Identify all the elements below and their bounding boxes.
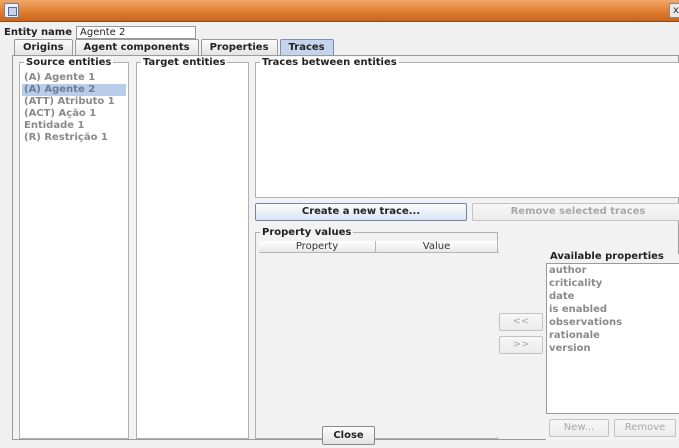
move-right-button[interactable]: >>	[499, 336, 543, 354]
title-bar[interactable]: x	[0, 0, 679, 22]
source-entities-title: Source entities	[24, 57, 114, 68]
source-entities-group: Source entities (A) Agente 1 (A) Agente …	[19, 57, 129, 439]
list-item[interactable]: observations	[547, 316, 679, 329]
list-item[interactable]: (R) Restrição 1	[22, 132, 126, 144]
source-entities-list[interactable]: (A) Agente 1 (A) Agente 2 (ATT) Atributo…	[22, 72, 126, 144]
available-properties-list[interactable]: author criticality date is enabled obser…	[546, 263, 679, 414]
list-item[interactable]: (A) Agente 1	[22, 72, 126, 84]
tab-traces[interactable]: Traces	[279, 39, 334, 55]
tab-agent-components[interactable]: Agent components	[74, 39, 199, 55]
window-close-button[interactable]: x	[669, 3, 679, 18]
list-item[interactable]: (ACT) Ação 1	[22, 108, 126, 120]
remove-property-button[interactable]: Remove	[614, 419, 676, 437]
list-item[interactable]: (ATT) Atributo 1	[22, 96, 126, 108]
new-property-button[interactable]: New...	[549, 419, 609, 437]
property-values-table[interactable]: Property Value	[259, 241, 499, 437]
traces-panel: Source entities (A) Agente 1 (A) Agente …	[12, 55, 679, 440]
column-header-value[interactable]: Value	[376, 241, 498, 252]
create-trace-button[interactable]: Create a new trace...	[255, 203, 467, 221]
tab-properties[interactable]: Properties	[200, 39, 278, 55]
tab-bar: Origins Agent components Properties Trac…	[14, 39, 336, 55]
close-button[interactable]: Close	[322, 426, 375, 445]
table-header: Property Value	[259, 241, 499, 253]
column-header-property[interactable]: Property	[259, 241, 376, 252]
target-entities-title: Target entities	[141, 57, 228, 68]
property-values-group: Property values Property Value	[255, 227, 499, 439]
available-properties-title: Available properties	[548, 251, 666, 262]
available-properties-group: Available properties author criticality …	[546, 251, 679, 440]
property-values-title: Property values	[260, 227, 354, 238]
entity-name-row: Entity name Agente 2	[4, 25, 197, 39]
dialog-window: Entity name Agente 2 Origins Agent compo…	[0, 22, 679, 448]
list-item[interactable]: date	[547, 290, 679, 303]
tab-origins[interactable]: Origins	[14, 39, 73, 55]
list-item[interactable]: criticality	[547, 277, 679, 290]
target-entities-group[interactable]: Target entities	[136, 57, 249, 439]
list-item[interactable]: version	[547, 342, 679, 355]
traces-between-entities-group[interactable]: Traces between entities	[255, 57, 679, 198]
move-left-button[interactable]: <<	[499, 313, 543, 331]
list-item[interactable]: (A) Agente 2	[22, 84, 126, 96]
traces-between-entities-title: Traces between entities	[260, 57, 399, 68]
list-item[interactable]: rationale	[547, 329, 679, 342]
remove-selected-traces-button[interactable]: Remove selected traces	[472, 203, 679, 221]
list-item[interactable]: Entidade 1	[22, 120, 126, 132]
entity-name-field[interactable]: Agente 2	[76, 25, 197, 39]
list-item[interactable]: author	[547, 264, 679, 277]
list-item[interactable]: is enabled	[547, 303, 679, 316]
entity-name-label: Entity name	[4, 26, 73, 38]
app-icon	[4, 3, 19, 18]
